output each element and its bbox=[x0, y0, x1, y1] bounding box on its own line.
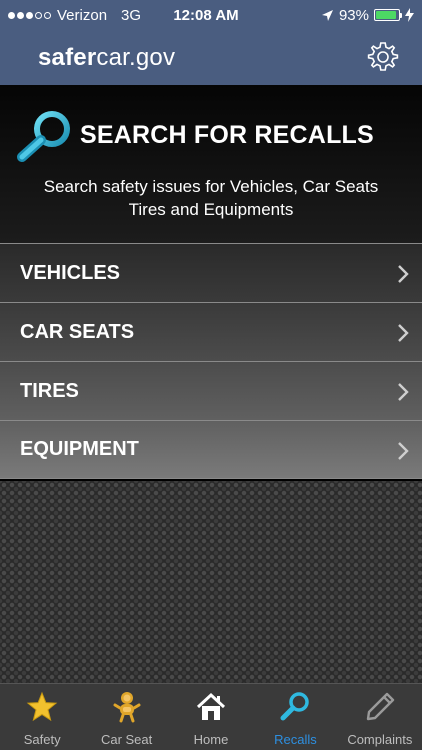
network-type: 3G bbox=[121, 6, 142, 24]
chevron-right-icon bbox=[398, 383, 409, 401]
signal-strength-icon bbox=[8, 11, 51, 19]
search-subtitle: Search safety issues for Vehicles, Car S… bbox=[0, 175, 422, 221]
carrier-name: Verizon bbox=[57, 6, 108, 24]
chevron-right-icon bbox=[398, 442, 409, 460]
tab-label: Home bbox=[193, 732, 229, 747]
tab-safety[interactable]: Safety bbox=[0, 684, 84, 750]
logo-light-part: car.gov bbox=[96, 43, 176, 71]
tab-label: Car Seat bbox=[100, 732, 153, 747]
menu-item-equipment[interactable]: EQUIPMENT bbox=[0, 420, 422, 479]
search-subtitle-line1: Search safety issues for Vehicles, Car S… bbox=[43, 177, 379, 196]
menu-item-vehicles[interactable]: VEHICLES bbox=[0, 243, 422, 302]
search-title-row: SEARCH FOR RECALLS bbox=[14, 107, 374, 163]
tab-recalls[interactable]: Recalls bbox=[253, 684, 337, 750]
charging-bolt-icon bbox=[405, 8, 414, 22]
tab-label: Safety bbox=[23, 732, 61, 747]
menu-item-label: VEHICLES bbox=[20, 261, 121, 284]
tab-complaints[interactable]: Complaints bbox=[338, 684, 422, 750]
battery-fill bbox=[376, 11, 397, 19]
nav-header: safercar.gov bbox=[0, 30, 422, 85]
recall-category-list: VEHICLES CAR SEATS TIRES EQUIPMENT bbox=[0, 243, 422, 479]
chevron-right-icon bbox=[398, 265, 409, 283]
status-time: 12:08 AM bbox=[173, 6, 239, 24]
baby-icon bbox=[113, 692, 141, 723]
safercar-logo: safercar.gov bbox=[38, 44, 175, 72]
location-arrow-icon bbox=[321, 9, 333, 21]
battery-percent: 93% bbox=[338, 6, 369, 24]
tab-label: Recalls bbox=[274, 732, 317, 747]
menu-item-label: CAR SEATS bbox=[20, 320, 135, 343]
magnifier-icon bbox=[17, 111, 70, 162]
status-left: Verizon 3G bbox=[8, 7, 168, 24]
menu-item-tires[interactable]: TIRES bbox=[0, 361, 422, 420]
menu-item-label: TIRES bbox=[20, 379, 79, 402]
menu-item-car-seats[interactable]: CAR SEATS bbox=[0, 302, 422, 361]
search-subtitle-line2: Tires and Equipments bbox=[128, 200, 294, 219]
tab-bar: Safety Car Seat Home Recalls Complaints bbox=[0, 683, 422, 750]
chevron-right-icon bbox=[398, 324, 409, 342]
logo-bold-part: safer bbox=[38, 43, 97, 71]
status-bar: Verizon 3G 12:08 AM 93% bbox=[0, 0, 422, 30]
magnifier-icon bbox=[280, 692, 310, 721]
house-icon bbox=[196, 692, 226, 720]
battery-icon bbox=[374, 9, 402, 21]
pencil-icon bbox=[366, 692, 395, 721]
carbon-fiber-background bbox=[0, 481, 422, 683]
settings-gear-icon[interactable] bbox=[366, 40, 400, 74]
tab-car-seat[interactable]: Car Seat bbox=[84, 684, 168, 750]
search-title: SEARCH FOR RECALLS bbox=[80, 120, 374, 149]
status-right: 93% bbox=[264, 7, 414, 24]
star-icon bbox=[26, 691, 58, 722]
menu-item-label: EQUIPMENT bbox=[20, 438, 139, 460]
search-header: SEARCH FOR RECALLS Search safety issues … bbox=[0, 85, 422, 243]
tab-home[interactable]: Home bbox=[169, 684, 253, 750]
tab-label: Complaints bbox=[347, 732, 413, 747]
